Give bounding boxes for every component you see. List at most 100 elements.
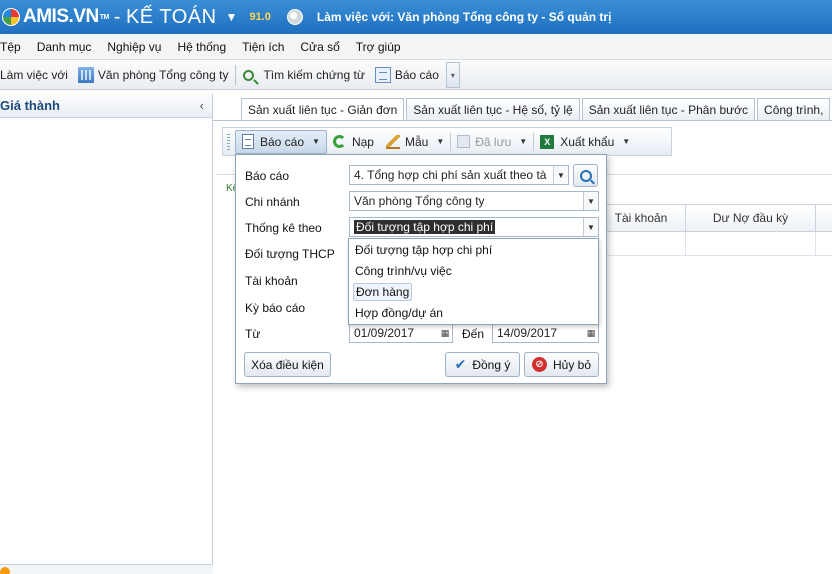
template-button[interactable]: Mẫu ▼ (380, 130, 450, 154)
version-label: 91.0 (249, 11, 271, 23)
group-by-field-label: Thống kê theo (245, 221, 322, 235)
title-bar: AMIS.VN TM - KẾ TOÁN ▼ 91.0 Làm việc với:… (0, 0, 832, 34)
menu-catalog[interactable]: Danh mục (29, 40, 100, 54)
dropdown-option-construction[interactable]: Công trình/vụ việc (353, 263, 454, 279)
dropdown-arrow-icon: ▼ (519, 137, 528, 146)
collapse-chevron-icon[interactable]: ‹ (200, 98, 204, 113)
dropdown-option-order[interactable]: Đơn hàng (353, 283, 413, 301)
group-by-dropdown-list: Đối tượng tập hợp chi phí Công trình/vụ … (348, 238, 599, 325)
tab-continuous-simple[interactable]: Sản xuất liên tục - Giản đơn (241, 98, 405, 120)
report-toolbar: Báo cáo ▼ Nạp Mẫu ▼ Đã lưu ▼ X Xuất khẩu… (222, 127, 672, 156)
product-name: KẾ TOÁN (125, 5, 217, 28)
footer-item[interactable] (0, 567, 16, 574)
cost-object-field-label: Đối tượng THCP (245, 247, 335, 261)
dropdown-option-contract[interactable]: Hợp đồng/dự án (353, 305, 445, 321)
tab-construction[interactable]: Công trình, (757, 98, 831, 120)
main-toolbar: Làm việc với Văn phòng Tổng công ty Tìm … (0, 61, 832, 90)
cancel-button[interactable]: ⊘ Hủy bỏ (524, 352, 599, 377)
menu-utilities[interactable]: Tiện ích (234, 40, 292, 54)
saved-label: Đã lưu (475, 134, 512, 149)
branch-field-label: Chi nhánh (245, 195, 300, 209)
refresh-button[interactable]: Nạp (327, 130, 380, 154)
trademark: TM (99, 13, 110, 21)
report-select-value: 4. Tổng hợp chi phí sản xuất theo tà (354, 168, 547, 182)
toolbar-overflow-chevron-icon[interactable]: ▾ (445, 62, 460, 88)
search-voucher-label: Tìm kiếm chứng từ (263, 68, 365, 82)
ok-label: Đồng ý (472, 357, 511, 372)
template-icon (385, 134, 400, 149)
dropdown-option-cost-object[interactable]: Đối tượng tập hợp chi phí (353, 242, 494, 258)
calendar-icon[interactable]: ▦ (438, 324, 452, 342)
table-cell (686, 232, 816, 255)
report-search-button[interactable] (573, 164, 598, 187)
clear-conditions-label: Xóa điều kiện (251, 357, 324, 372)
report-icon (374, 67, 391, 83)
export-button[interactable]: X Xuất khẩu ▼ (534, 130, 636, 154)
group-by-select[interactable]: Đối tượng tập hợp chi phí ▼ (349, 217, 599, 237)
document-icon (242, 134, 254, 149)
report-toolbar-label: Báo cáo (394, 68, 439, 82)
toolbar-grip[interactable] (227, 133, 230, 150)
branch-select-arrow-icon[interactable]: ▼ (583, 192, 598, 210)
to-date-input[interactable]: 14/09/2017 ▦ (492, 323, 599, 343)
column-header-opening-debit[interactable]: Dư Nợ đầu kỳ (686, 205, 816, 231)
tab-continuous-step[interactable]: Sản xuất liên tục - Phân bước (581, 98, 756, 120)
report-select-arrow-icon[interactable]: ▼ (553, 166, 568, 184)
column-header-account[interactable]: Tài khoản (597, 205, 686, 231)
excel-icon: X (540, 134, 555, 149)
footer-item-icon (0, 567, 10, 574)
report-select[interactable]: 4. Tổng hợp chi phí sản xuất theo tà ▼ (349, 165, 569, 185)
building-icon (77, 67, 94, 83)
tab-baseline (213, 120, 832, 121)
report-toolbar-button[interactable]: Báo cáo (370, 64, 444, 87)
tab-continuous-coefficient[interactable]: Sản xuất liên tục - Hệ số, tỷ lệ (406, 98, 580, 120)
menu-window[interactable]: Cửa sổ (292, 40, 347, 54)
grid-header: Tài khoản Dư Nợ đầu kỳ (597, 204, 832, 232)
group-by-select-arrow-icon[interactable]: ▼ (583, 218, 598, 236)
branch-select-value: Văn phòng Tổng công ty (354, 194, 485, 208)
report-dropdown-label: Báo cáo (260, 134, 305, 149)
group-by-select-value: Đối tượng tập hợp chi phí (354, 220, 496, 234)
globe-icon[interactable] (286, 9, 303, 25)
report-dropdown-button[interactable]: Báo cáo ▼ (235, 129, 327, 154)
menu-bar: Tệp Danh mục Nghiệp vụ Hệ thống Tiện ích… (0, 34, 832, 60)
save-icon (457, 135, 471, 148)
branch-button[interactable]: Văn phòng Tổng công ty (73, 64, 234, 87)
group-by-select-value-wrap: Đối tượng tập hợp chi phí (350, 220, 583, 234)
refresh-icon (332, 135, 346, 148)
work-with-label: Làm việc với (0, 68, 68, 82)
calendar-icon[interactable]: ▦ (584, 324, 598, 342)
to-date-value: 14/09/2017 (497, 326, 558, 340)
period-field-label: Kỳ báo cáo (245, 301, 306, 315)
ok-button[interactable]: ✔ Đồng ý (445, 352, 520, 377)
working-with-label: Làm việc với: Văn phòng Tổng công ty - S… (316, 10, 612, 24)
magnifier-icon (579, 169, 592, 182)
report-field-label: Báo cáo (245, 169, 290, 183)
checkmark-icon: ✔ (454, 356, 467, 372)
menu-system[interactable]: Hệ thống (169, 40, 234, 54)
cancel-icon: ⊘ (531, 357, 547, 372)
dropdown-arrow-icon: ▼ (312, 137, 320, 146)
product-menu-caret-icon[interactable]: ▼ (226, 10, 238, 24)
branch-select[interactable]: Văn phòng Tổng công ty ▼ (349, 191, 599, 211)
from-date-value: 01/09/2017 (354, 326, 415, 340)
saved-button[interactable]: Đã lưu ▼ (451, 130, 533, 154)
account-field-label: Tài khoản (245, 274, 298, 288)
search-voucher-button[interactable]: Tìm kiếm chứng từ (238, 64, 369, 87)
brand-name: AMIS.VN (23, 6, 99, 27)
menu-file[interactable]: Tệp (0, 40, 29, 54)
export-label: Xuất khẩu (560, 134, 615, 149)
left-panel-title: Giá thành (0, 98, 60, 113)
table-row[interactable] (597, 232, 832, 256)
menu-help[interactable]: Trợ giúp (348, 40, 409, 54)
clear-conditions-button[interactable]: Xóa điều kiện (244, 352, 331, 377)
product-separator: - (113, 5, 121, 28)
amis-logo-icon (2, 8, 20, 26)
from-date-input[interactable]: 01/09/2017 ▦ (349, 323, 453, 343)
toolbar-separator (235, 65, 237, 85)
from-date-label: Từ (245, 327, 261, 341)
left-panel-header: Giá thành ‹ (0, 94, 212, 118)
menu-operations[interactable]: Nghiệp vụ (99, 40, 169, 54)
to-date-label: Đến (462, 327, 485, 341)
left-panel-footer (0, 564, 213, 574)
